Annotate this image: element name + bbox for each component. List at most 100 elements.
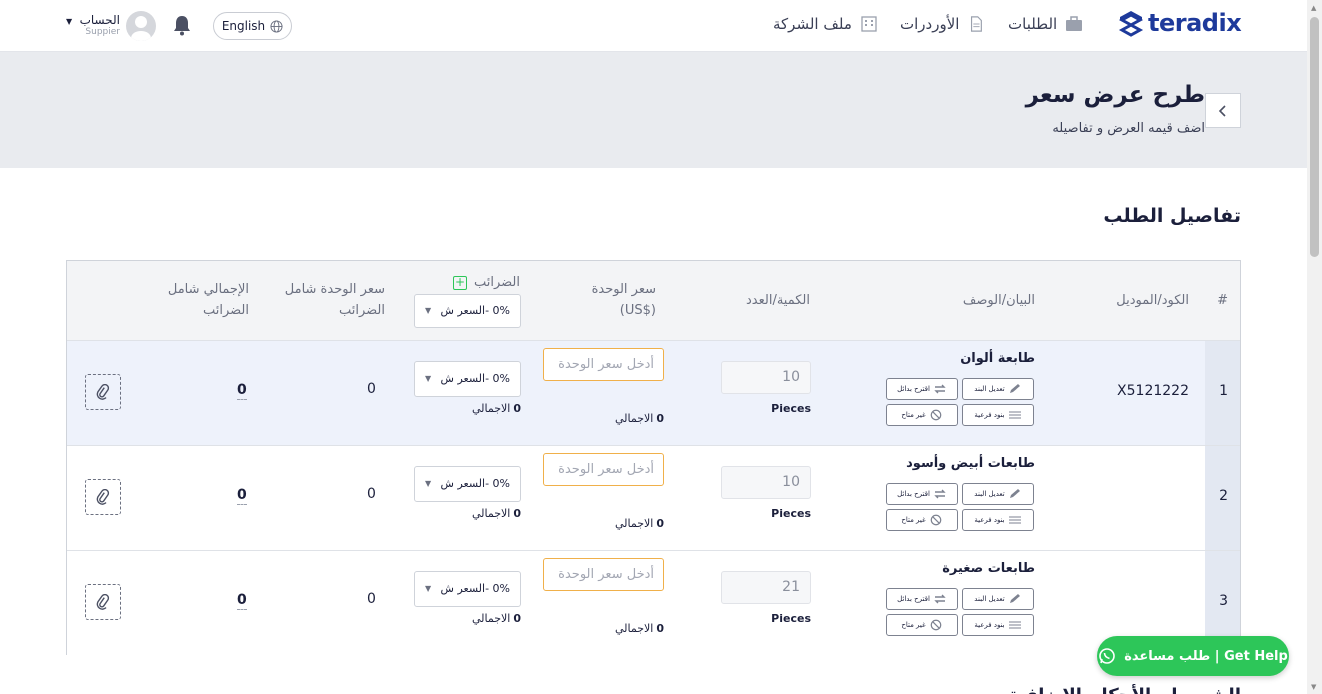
total-incl-tax: 0 xyxy=(237,382,247,400)
tax-total-value: 0 xyxy=(513,612,521,625)
header-unit-price-currency: ($US) xyxy=(619,303,656,318)
ban-icon xyxy=(930,514,942,526)
get-help-button[interactable]: Get Help | طلب مساعدة xyxy=(1097,636,1289,676)
tax-total-label: الاجمالي xyxy=(471,507,511,520)
list-icon xyxy=(1008,516,1021,524)
quantity-field[interactable]: 21 xyxy=(721,571,811,604)
unavailable-button[interactable]: غير متاح xyxy=(886,404,958,426)
row-code: X5121222 xyxy=(1117,383,1189,399)
edit-item-label: تعديل البند xyxy=(974,595,1005,603)
nav-orders-label: الأوردرات xyxy=(900,15,960,33)
swap-icon xyxy=(934,384,946,394)
get-help-label: Get Help | طلب مساعدة xyxy=(1124,648,1288,664)
notification-bell-icon[interactable] xyxy=(172,14,192,36)
scroll-up-icon[interactable]: ▲ xyxy=(1311,4,1316,12)
add-tax-button[interactable]: + xyxy=(453,276,467,290)
account-name: الحساب xyxy=(79,13,120,27)
chevron-down-icon: ▼ xyxy=(425,374,432,383)
top-navbar: teradix الطلبات الأوردرات ملف الشركة Eng… xyxy=(0,0,1307,52)
tax-total-label: الاجمالي xyxy=(471,612,511,625)
ban-icon xyxy=(930,409,942,421)
nav-company-profile[interactable]: ملف الشركة xyxy=(773,15,878,33)
unavailable-label: غير متاح xyxy=(901,516,926,524)
teradix-logo-icon xyxy=(1118,11,1144,37)
sub-items-label: بنود فرعية xyxy=(974,411,1005,419)
nav-requests-label: الطلبات xyxy=(1008,15,1058,33)
suggest-alternative-button[interactable]: اقترح بدائل xyxy=(886,378,958,400)
unavailable-button[interactable]: غير متاح xyxy=(886,614,958,636)
suggest-alternative-button[interactable]: اقترح بدائل xyxy=(886,483,958,505)
header-unit-price-incl-tax: سعر الوحدة شامل xyxy=(284,282,385,297)
page-title: طرح عرض سعر xyxy=(1025,82,1205,108)
suggest-alternative-button[interactable]: اقترح بدائل xyxy=(886,588,958,610)
tax-select[interactable]: 0% -السعر ش ▼ xyxy=(414,361,521,397)
list-icon xyxy=(1008,621,1021,629)
unit-price-total: 0الاجمالي xyxy=(543,517,664,530)
tax-select[interactable]: 0% -السعر ش ▼ xyxy=(414,466,521,502)
tax-total-value: 0 xyxy=(513,507,521,520)
swap-icon xyxy=(934,594,946,604)
edit-item-button[interactable]: تعديل البند xyxy=(962,378,1034,400)
sub-items-button[interactable]: بنود فرعية xyxy=(962,404,1034,426)
account-role: Suppier xyxy=(85,27,120,37)
tax-total: 0الاجمالي xyxy=(414,402,521,415)
unit-price-input[interactable]: أدخل سعر الوحدة xyxy=(543,558,664,591)
sub-items-label: بنود فرعية xyxy=(974,516,1005,524)
sub-items-button[interactable]: بنود فرعية xyxy=(962,614,1034,636)
tax-select[interactable]: 0% -السعر ش ▼ xyxy=(414,571,521,607)
quantity-field[interactable]: 10 xyxy=(721,361,811,394)
globe-icon xyxy=(270,19,283,33)
quantity-unit: Pieces xyxy=(771,402,811,415)
unit-price-incl-tax: 0 xyxy=(367,381,376,397)
tax-total: 0الاجمالي xyxy=(414,507,521,520)
edit-item-button[interactable]: تعديل البند xyxy=(962,483,1034,505)
paperclip-icon xyxy=(96,384,110,400)
paperclip-icon xyxy=(96,594,110,610)
edit-item-button[interactable]: تعديل البند xyxy=(962,588,1034,610)
unavailable-label: غير متاح xyxy=(901,621,926,629)
row-description: طابعات أبيض وأسود xyxy=(906,456,1035,471)
quantity-field[interactable]: 10 xyxy=(721,466,811,499)
nav-orders[interactable]: الأوردرات xyxy=(900,15,985,33)
sub-items-button[interactable]: بنود فرعية xyxy=(962,509,1034,531)
language-toggle-button[interactable]: English xyxy=(213,12,292,40)
page-scrollbar[interactable]: ▲ ▼ xyxy=(1307,0,1322,694)
suggest-alternative-label: اقترح بدائل xyxy=(897,490,930,498)
scrollbar-thumb[interactable] xyxy=(1310,17,1319,257)
unit-price-total-value: 0 xyxy=(656,412,664,425)
pencil-icon xyxy=(1009,489,1020,498)
back-button[interactable] xyxy=(1205,93,1241,128)
header-tax-select[interactable]: 0% -السعر ش ▼ xyxy=(414,294,521,328)
account-menu[interactable]: ▼ الحساب Suppier xyxy=(66,13,120,37)
attach-file-button[interactable] xyxy=(85,584,121,620)
attach-file-button[interactable] xyxy=(85,374,121,410)
attach-file-button[interactable] xyxy=(85,479,121,515)
table-row[interactable]: 3 طابعات صغيرة تعديل البند اقترح بدائل ب… xyxy=(67,551,1240,656)
tax-select-value: 0% -السعر ش xyxy=(440,582,510,595)
page-header xyxy=(0,52,1307,168)
unit-price-incl-tax: 0 xyxy=(367,591,376,607)
total-incl-tax: 0 xyxy=(237,592,247,610)
tax-select-value: 0% -السعر ش xyxy=(440,372,510,385)
brand-logo[interactable]: teradix xyxy=(1118,9,1242,37)
edit-item-label: تعديل البند xyxy=(974,490,1005,498)
chevron-down-icon: ▼ xyxy=(425,584,432,593)
paperclip-icon xyxy=(96,489,110,505)
row-index: 2 xyxy=(1219,488,1228,504)
row-index: 1 xyxy=(1219,383,1228,399)
nav-requests[interactable]: الطلبات xyxy=(1008,15,1083,33)
suggest-alternative-label: اقترح بدائل xyxy=(897,595,930,603)
table-row[interactable]: 2 طابعات أبيض وأسود تعديل البند اقترح بد… xyxy=(67,446,1240,551)
user-avatar-icon xyxy=(131,16,151,41)
unit-price-input[interactable]: أدخل سعر الوحدة xyxy=(543,453,664,486)
unit-price-incl-tax: 0 xyxy=(367,486,376,502)
row-description: طابعات صغيرة xyxy=(942,561,1035,576)
swap-icon xyxy=(934,489,946,499)
table-row[interactable]: 1 X5121222 طابعة ألوان تعديل البند اقترح… xyxy=(67,341,1240,446)
scroll-down-icon[interactable]: ▼ xyxy=(1311,683,1316,691)
unavailable-button[interactable]: غير متاح xyxy=(886,509,958,531)
chevron-left-icon xyxy=(1218,104,1226,117)
unit-price-input[interactable]: أدخل سعر الوحدة xyxy=(543,348,664,381)
section-title: تفاصيل الطلب xyxy=(1103,205,1241,227)
avatar[interactable] xyxy=(126,11,156,41)
